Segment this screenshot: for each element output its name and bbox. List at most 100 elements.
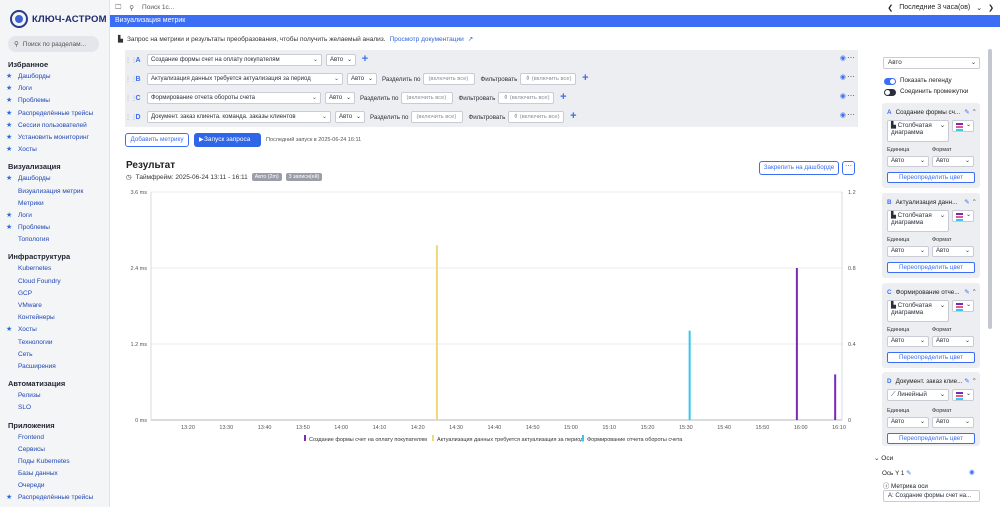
sidebar-item[interactable]: ★ Логи <box>0 210 109 222</box>
panel-scrollbar[interactable] <box>988 49 992 329</box>
result-more-button[interactable]: ⋯ <box>842 161 855 175</box>
axes-section[interactable]: ⌄ Оси <box>874 454 893 462</box>
star-icon[interactable]: ★ <box>6 95 12 107</box>
split-by-input[interactable]: (включить все) <box>411 111 464 123</box>
pencil-icon[interactable]: ✎ <box>906 470 911 477</box>
color-palette-select[interactable]: ⌄ <box>952 300 974 312</box>
more-icon[interactable]: ⋯ <box>847 91 855 100</box>
sidebar-item[interactable]: ★ Хосты <box>0 144 109 156</box>
split-by-input[interactable]: (включить все) <box>423 73 476 85</box>
add-icon[interactable]: + <box>557 92 569 104</box>
split-by-input[interactable]: (включить все) <box>401 92 454 104</box>
metric-select[interactable]: Документ. заказ клиента. команда. заказы… <box>147 111 331 123</box>
sidebar-item[interactable]: Релизы <box>0 390 109 402</box>
format-select[interactable]: Авто ⌄ <box>932 336 974 347</box>
aggregation-select[interactable]: Авто ⌄ <box>335 111 365 123</box>
drag-handle-icon[interactable]: ⋮⋮ <box>125 57 137 64</box>
star-icon[interactable]: ★ <box>6 324 12 336</box>
visualization-type-select[interactable]: ▙ Столбчатая диаграмма ⌄ <box>887 300 949 322</box>
metric-select[interactable]: Актуализация данных требуется актуализац… <box>147 73 343 85</box>
add-icon[interactable]: + <box>359 54 371 66</box>
unit-select[interactable]: Авто ⌄ <box>887 246 929 257</box>
sidebar-item[interactable]: ★ Хосты <box>0 324 109 336</box>
show-legend-toggle[interactable] <box>884 78 896 85</box>
sidebar-item[interactable]: Технологии <box>0 337 109 349</box>
sidebar-item[interactable]: GCP <box>0 288 109 300</box>
override-color-button[interactable]: Переопределить цвет <box>887 433 975 444</box>
sidebar-item[interactable]: Контейнеры <box>0 312 109 324</box>
sidebar-item[interactable]: Cloud Foundry <box>0 276 109 288</box>
add-icon[interactable]: + <box>567 111 579 123</box>
pencil-icon[interactable]: ✎ <box>964 109 971 116</box>
eye-icon[interactable]: ◉ <box>840 73 846 81</box>
more-icon[interactable]: ⋯ <box>847 72 855 81</box>
add-icon[interactable]: + <box>579 73 591 85</box>
star-icon[interactable]: ★ <box>6 173 12 185</box>
axis-metric-select[interactable]: A: Создание формы счет на... <box>883 490 980 502</box>
visualization-type-select[interactable]: ▙ Столбчатая диаграмма ⌄ <box>887 210 949 232</box>
eye-icon[interactable]: ◉ <box>969 469 975 476</box>
pencil-icon[interactable]: ✎ <box>964 199 971 206</box>
unit-select[interactable]: Авто ⌄ <box>887 156 929 167</box>
sidebar-item[interactable]: Сервисы <box>0 444 109 456</box>
metric-select[interactable]: Создание формы счет на оплату покупателя… <box>147 54 322 66</box>
search-icon[interactable]: ⚲ <box>129 4 134 12</box>
star-icon[interactable]: ★ <box>6 492 12 504</box>
format-select[interactable]: Авто ⌄ <box>932 156 974 167</box>
star-icon[interactable]: ★ <box>6 120 12 132</box>
filter-input[interactable]: ⚱ (включить все) <box>508 111 565 123</box>
next-timeframe-icon[interactable]: ❯ <box>988 4 994 12</box>
sidebar-item[interactable]: VMware <box>0 300 109 312</box>
star-icon[interactable]: ★ <box>6 210 12 222</box>
metric-select[interactable]: Формирование отчета обороты счета ⌄ <box>147 92 321 104</box>
color-palette-select[interactable]: ⌄ <box>952 120 974 132</box>
format-select[interactable]: Авто ⌄ <box>932 417 974 428</box>
docs-link[interactable]: Просмотр документации <box>390 36 464 43</box>
eye-icon[interactable]: ◉ <box>840 92 846 100</box>
drag-handle-icon[interactable]: ⋮⋮ <box>125 114 137 121</box>
override-color-button[interactable]: Переопределить цвет <box>887 262 975 273</box>
run-query-button[interactable]: Запуск запроса <box>194 133 261 147</box>
external-link-icon[interactable]: ↗ <box>468 35 473 43</box>
aggregation-select[interactable]: Авто ⌄ <box>326 54 356 66</box>
override-color-button[interactable]: Переопределить цвет <box>887 352 975 363</box>
pin-to-dashboard-button[interactable]: Закрепить на дашборде <box>759 161 839 175</box>
unit-select[interactable]: Авто ⌄ <box>887 417 929 428</box>
logo[interactable]: КЛЮЧ-АСТРОМ <box>0 0 109 30</box>
sidebar-item[interactable]: ★ Установить мониторинг <box>0 132 109 144</box>
star-icon[interactable]: ★ <box>6 83 12 95</box>
star-icon[interactable]: ★ <box>6 222 12 234</box>
drag-handle-icon[interactable]: ⋮⋮ <box>125 76 137 83</box>
more-icon[interactable]: ⋯ <box>847 53 855 62</box>
sidebar-item[interactable]: Топология <box>0 234 109 246</box>
override-color-button[interactable]: Переопределить цвет <box>887 172 975 183</box>
eye-icon[interactable]: ◉ <box>840 111 846 119</box>
sidebar-search-input[interactable]: ⚲ Поиск по разделам... <box>8 36 99 52</box>
visualization-type-select[interactable]: ▙ Столбчатая диаграмма ⌄ <box>887 120 949 142</box>
sidebar-item[interactable]: Kubernetes <box>0 263 109 275</box>
color-palette-select[interactable]: ⌄ <box>952 210 974 222</box>
pencil-icon[interactable]: ✎ <box>964 378 971 385</box>
aggregation-select[interactable]: Авто ⌄ <box>325 92 355 104</box>
sidebar-item[interactable]: Сеть <box>0 349 109 361</box>
sidebar-item[interactable]: Базы данных <box>0 468 109 480</box>
sidebar-item[interactable]: ★ Сессии пользователей <box>0 120 109 132</box>
monitor-icon[interactable]: 🖵 <box>115 4 121 12</box>
star-icon[interactable]: ★ <box>6 144 12 156</box>
collapse-icon[interactable]: ⌃ <box>972 378 977 385</box>
filter-input[interactable]: ⚱ (включить все) <box>520 73 577 85</box>
sidebar-item[interactable]: ★ Проблемы <box>0 222 109 234</box>
sidebar-item[interactable]: Поды Kubernetes <box>0 456 109 468</box>
sidebar-item[interactable]: ★ Дашборды <box>0 71 109 83</box>
sidebar-item[interactable]: ★ Дашборды <box>0 173 109 185</box>
pencil-icon[interactable]: ✎ <box>964 289 971 296</box>
sidebar-item[interactable]: SLO <box>0 402 109 414</box>
unit-select[interactable]: Авто ⌄ <box>887 336 929 347</box>
sidebar-item[interactable]: Визуализация метрик <box>0 186 109 198</box>
chevron-down-icon[interactable]: ⌄ <box>976 4 982 12</box>
sidebar-item[interactable]: Расширения <box>0 361 109 373</box>
color-palette-select[interactable]: ⌄ <box>952 389 974 401</box>
sidebar-item[interactable]: ★ Логи <box>0 83 109 95</box>
visualization-type-select[interactable]: ⟋ Линейный ⌄ <box>887 389 949 401</box>
connect-gaps-toggle[interactable] <box>884 89 896 96</box>
